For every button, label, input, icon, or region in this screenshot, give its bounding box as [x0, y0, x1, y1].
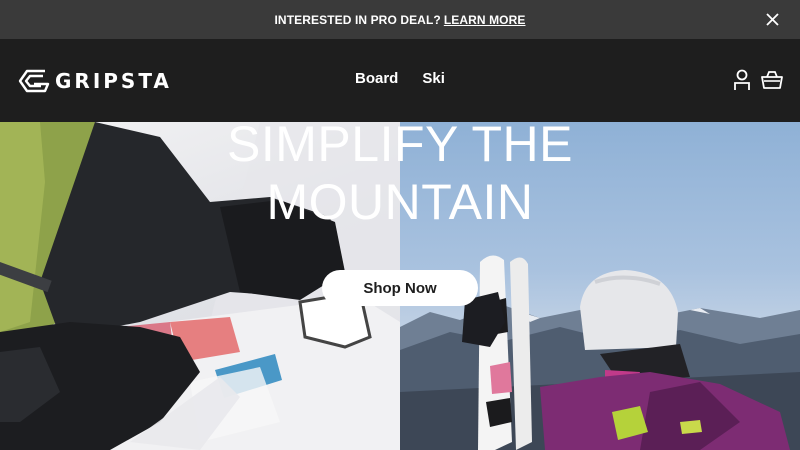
- shop-now-button[interactable]: Shop Now: [322, 270, 478, 306]
- announcement-bar: INTERESTED IN PRO DEAL? LEARN MORE: [0, 0, 800, 39]
- site-header: GRIPSTA Board Ski: [0, 39, 800, 122]
- account-icon[interactable]: [733, 69, 751, 91]
- close-icon[interactable]: [765, 12, 780, 27]
- cart-icon[interactable]: [761, 70, 783, 90]
- hero-banner: SIMPLIFY THE MOUNTAIN Shop Now: [0, 122, 800, 450]
- hero-title-line1: SIMPLIFY THE: [227, 122, 573, 172]
- hero-title-line2: MOUNTAIN: [266, 174, 534, 230]
- main-nav: Board Ski: [355, 70, 445, 87]
- brand-name: GRIPSTA: [55, 69, 172, 93]
- hero-title: SIMPLIFY THE MOUNTAIN: [0, 122, 800, 231]
- gripsta-logo-icon: [18, 69, 50, 93]
- learn-more-link[interactable]: LEARN MORE: [444, 13, 526, 27]
- announcement-message: INTERESTED IN PRO DEAL?: [274, 12, 441, 27]
- nav-item-ski[interactable]: Ski: [422, 70, 445, 87]
- brand-logo[interactable]: GRIPSTA: [18, 67, 172, 95]
- nav-item-board[interactable]: Board: [355, 70, 398, 87]
